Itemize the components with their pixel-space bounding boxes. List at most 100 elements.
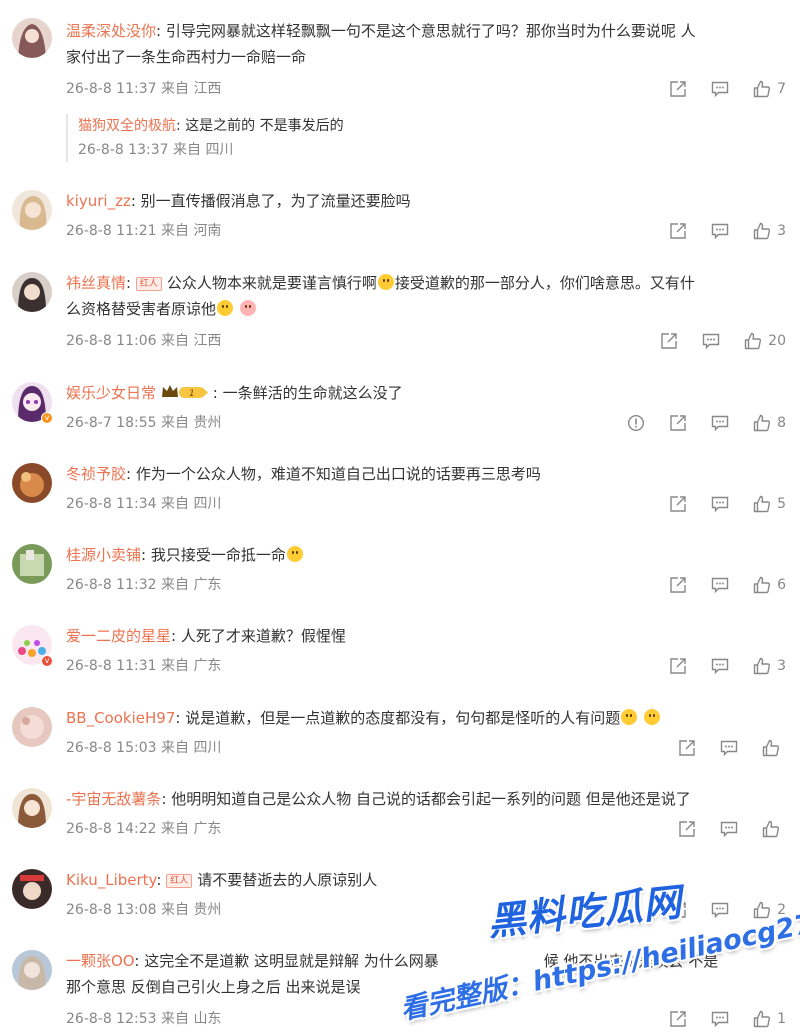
like-count: 3 <box>777 223 786 239</box>
like-button[interactable]: 6 <box>753 576 786 594</box>
like-button[interactable]: 7 <box>753 80 786 98</box>
avatar[interactable] <box>12 788 52 828</box>
report-button[interactable] <box>627 414 645 432</box>
reply-button[interactable] <box>711 657 729 675</box>
like-icon <box>753 901 771 919</box>
reply-button[interactable] <box>711 80 729 98</box>
like-button[interactable]: 5 <box>753 495 786 513</box>
avatar[interactable] <box>12 869 52 909</box>
username[interactable]: 爱一二皮的星星 <box>66 627 171 645</box>
crown-badge-icon: 1 <box>161 382 209 408</box>
share-button[interactable] <box>669 576 687 594</box>
comment-text: -宇宙无敌薯条: 他明明知道自己是公众人物 自己说的话都会引起一系列的问题 但是… <box>66 790 691 808</box>
comment-icon <box>711 415 729 432</box>
username[interactable]: 娱乐少女日常 <box>66 384 156 402</box>
like-icon <box>753 222 771 240</box>
avatar[interactable] <box>12 544 52 584</box>
comment-actions: 8 <box>603 410 786 436</box>
emoji-icon <box>643 709 660 725</box>
like-button[interactable] <box>762 820 786 838</box>
like-button[interactable]: 2 <box>753 901 786 919</box>
share-button[interactable] <box>669 414 687 432</box>
username[interactable]: 桂源小卖铺 <box>66 546 141 564</box>
comment-icon <box>711 496 729 513</box>
share-button[interactable] <box>669 495 687 513</box>
username[interactable]: 温柔深处没你 <box>66 22 156 40</box>
like-count: 2 <box>777 902 786 918</box>
comment-icon <box>720 821 738 838</box>
share-icon <box>670 223 686 239</box>
share-button[interactable] <box>678 820 696 838</box>
avatar[interactable] <box>12 272 52 312</box>
like-count: 7 <box>777 81 786 97</box>
share-icon <box>670 658 686 674</box>
like-button[interactable]: 1 <box>753 1010 786 1028</box>
share-button[interactable] <box>669 1010 687 1028</box>
username[interactable]: BB_CookieH97 <box>66 709 175 727</box>
avatar[interactable] <box>12 950 52 990</box>
comment-icon <box>711 223 729 240</box>
username[interactable]: 祎丝真情 <box>66 274 126 292</box>
comment-icon <box>711 81 729 98</box>
share-icon <box>670 577 686 593</box>
reply-username[interactable]: 猫狗双全的极航 <box>78 118 176 134</box>
emoji-icon <box>621 709 638 725</box>
username[interactable]: -宇宙无敌薯条 <box>66 790 161 808</box>
emoji-icon <box>286 546 303 562</box>
avatar[interactable] <box>12 18 52 58</box>
comment-text: 冬祯予胶: 作为一个公众人物，难道不知道自己出口说的话要再三思考吗 <box>66 465 541 483</box>
username[interactable]: Kiku_Liberty <box>66 871 156 889</box>
like-count: 8 <box>777 415 786 431</box>
comment-text: kiyuri_zz: 别一直传播假消息了，为了流量还要脸吗 <box>66 192 411 210</box>
reply-button[interactable] <box>720 820 738 838</box>
share-button[interactable] <box>669 222 687 240</box>
share-icon <box>679 740 695 756</box>
share-button[interactable] <box>678 739 696 757</box>
like-button[interactable]: 3 <box>753 657 786 675</box>
like-icon <box>753 576 771 594</box>
like-icon <box>753 657 771 675</box>
comment-icon <box>711 658 729 675</box>
badge-level: 1 <box>189 389 195 399</box>
like-count: 5 <box>777 496 786 512</box>
username[interactable]: 一颗张OO <box>66 952 134 970</box>
comment-icon <box>711 577 729 594</box>
like-button[interactable]: 8 <box>753 414 786 432</box>
share-icon <box>670 81 686 97</box>
username[interactable]: 冬祯予胶 <box>66 465 126 483</box>
username[interactable]: kiyuri_zz <box>66 192 131 210</box>
share-icon <box>661 333 677 349</box>
emoji-icon <box>217 300 234 316</box>
comment-actions: 7 <box>645 76 786 102</box>
avatar[interactable] <box>12 707 52 747</box>
comment-actions: 3 <box>645 218 786 244</box>
reply-button[interactable] <box>720 739 738 757</box>
share-button[interactable] <box>669 80 687 98</box>
like-button[interactable]: 3 <box>753 222 786 240</box>
reply-button[interactable] <box>702 332 720 350</box>
verified-tag: 红人 <box>166 874 193 888</box>
reply-button[interactable] <box>711 576 729 594</box>
like-button[interactable] <box>762 739 786 757</box>
reply-button[interactable] <box>711 495 729 513</box>
comment-icon <box>711 902 729 919</box>
share-button[interactable] <box>669 657 687 675</box>
report-icon <box>628 414 645 432</box>
comment-text: Kiku_Liberty: 红人 请不要替逝去的人原谅别人 <box>66 871 378 889</box>
reply-button[interactable] <box>711 222 729 240</box>
share-button[interactable] <box>669 901 687 919</box>
comment-icon <box>720 740 738 757</box>
comment-text: 温柔深处没你: 引导完网暴就这样轻飘飘一句不是这个意思就行了吗？那你当时为什么要… <box>66 22 696 66</box>
comment-icon <box>711 1011 729 1028</box>
reply-button[interactable] <box>711 901 729 919</box>
comment-text: 桂源小卖铺: 我只接受一命抵一命 <box>66 542 786 568</box>
reply-button[interactable] <box>711 1010 729 1028</box>
share-icon <box>679 821 695 837</box>
avatar[interactable] <box>12 463 52 503</box>
avatar[interactable] <box>12 190 52 230</box>
reply-item: 猫狗双全的极航: 这是之前的 不是事发后的 26-8-8 13:37 来自 四川 <box>66 114 344 162</box>
like-button[interactable]: 20 <box>744 332 786 350</box>
like-icon <box>753 495 771 513</box>
share-button[interactable] <box>660 332 678 350</box>
reply-button[interactable] <box>711 414 729 432</box>
